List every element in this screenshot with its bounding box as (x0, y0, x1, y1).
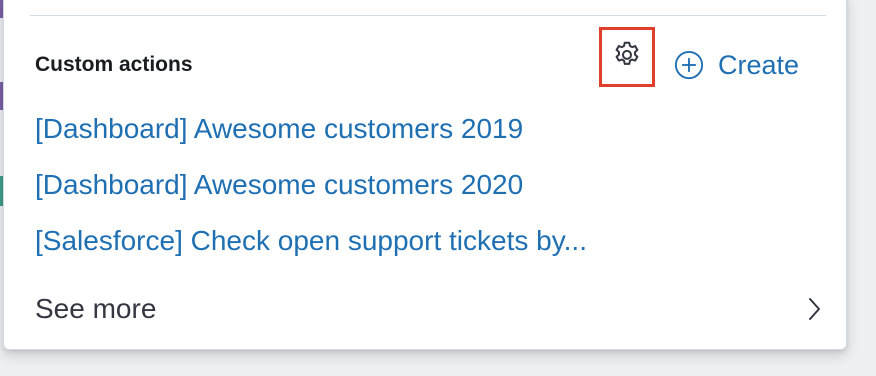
chevron-right-icon (803, 294, 825, 324)
plus-circle-icon (674, 50, 704, 80)
create-button[interactable]: Create (674, 49, 799, 81)
see-more-button[interactable]: See more (35, 292, 825, 326)
create-button-label: Create (718, 50, 800, 80)
custom-action-link[interactable]: [Salesforce] Check open support tickets … (35, 224, 587, 258)
actions-popover: Custom actions Create [Dashboard] Awesom… (3, 0, 847, 350)
custom-actions-title: Custom actions (35, 53, 193, 76)
custom-action-link[interactable]: [Dashboard] Awesome customers 2020 (35, 168, 523, 202)
see-more-label: See more (35, 293, 157, 324)
gear-icon (611, 39, 643, 76)
section-divider (30, 15, 826, 16)
settings-button[interactable] (599, 27, 655, 87)
custom-action-link[interactable]: [Dashboard] Awesome customers 2019 (35, 112, 523, 146)
